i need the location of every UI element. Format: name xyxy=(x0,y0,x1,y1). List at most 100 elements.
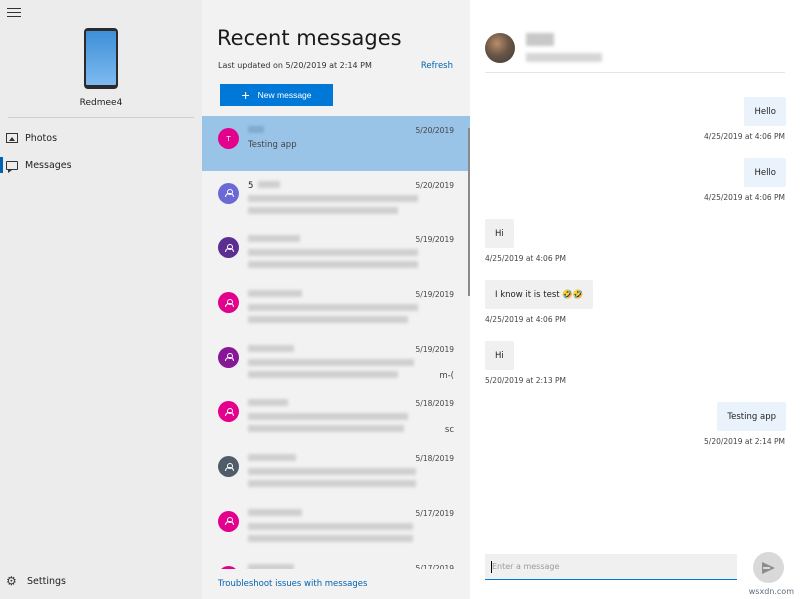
refresh-link[interactable]: Refresh xyxy=(421,61,453,71)
message-timestamp: 5/20/2019 at 2:14 PM xyxy=(704,437,785,446)
person-icon xyxy=(225,517,234,526)
person-icon xyxy=(225,243,234,252)
redacted-text xyxy=(248,468,416,476)
message-list-pane: Recent messages Last updated on 5/20/201… xyxy=(202,0,470,599)
hamburger-menu-icon[interactable] xyxy=(7,8,21,18)
message-timestamp: 4/25/2019 at 4:06 PM xyxy=(704,132,785,141)
person-icon xyxy=(225,462,234,471)
contact-avatar xyxy=(218,456,239,478)
message-timestamp: 5/20/2019 at 2:13 PM xyxy=(485,376,566,385)
person-icon xyxy=(225,298,234,307)
nav-item-messages[interactable]: Messages xyxy=(0,153,202,177)
redacted-text xyxy=(248,563,294,569)
thread-date: 5/20/2019 xyxy=(415,126,454,135)
phone-icon xyxy=(84,28,118,89)
troubleshoot-link[interactable]: Troubleshoot issues with messages xyxy=(218,579,367,589)
message-timestamp: 4/25/2019 at 4:06 PM xyxy=(704,193,785,202)
thread-name: 5 xyxy=(248,180,254,191)
thread-row[interactable]: 5 5/20/2019 xyxy=(202,171,470,226)
thread-row[interactable]: 5/19/2019 xyxy=(202,280,470,335)
page-title: Recent messages xyxy=(217,26,402,50)
redacted-text xyxy=(248,454,296,462)
thread-date: 5/19/2019 xyxy=(415,290,454,300)
redacted-text xyxy=(248,249,418,257)
thread-row[interactable]: 5/18/2019 sc xyxy=(202,389,470,444)
nav-item-label: Photos xyxy=(25,132,58,144)
contact-avatar: T xyxy=(218,128,239,149)
redacted-text xyxy=(248,206,398,214)
gear-icon: ⚙ xyxy=(6,574,17,588)
sent-message-bubble[interactable]: Testing app xyxy=(717,402,786,431)
thread-row[interactable]: 5/19/2019 m-( xyxy=(202,335,470,390)
send-icon xyxy=(762,561,775,574)
contact-avatar xyxy=(218,182,239,204)
redacted-text xyxy=(248,413,408,421)
contact-avatar xyxy=(218,346,239,368)
plus-icon: + xyxy=(241,87,250,103)
redacted-text xyxy=(248,344,294,352)
redacted-text xyxy=(248,304,418,312)
contact-number-redacted xyxy=(526,53,602,62)
thread-date: 5/18/2019 xyxy=(415,399,454,409)
thread-row[interactable]: 5/19/2019 xyxy=(202,225,470,280)
text-caret xyxy=(491,561,492,573)
person-icon xyxy=(225,407,234,416)
thread-date: 5/18/2019 xyxy=(415,454,454,464)
redacted-text xyxy=(248,126,264,133)
thread-preview: Testing app xyxy=(248,140,297,150)
nav-item-photos[interactable]: Photos xyxy=(0,126,202,150)
sent-message-bubble[interactable]: Hello xyxy=(744,97,786,126)
thread-date: 5/19/2019 xyxy=(415,344,454,354)
thread-preview-tail: sc xyxy=(444,425,454,436)
message-timestamp: 4/25/2019 at 4:06 PM xyxy=(485,254,566,263)
send-button[interactable] xyxy=(753,552,784,583)
message-timestamp: 4/25/2019 at 4:06 PM xyxy=(485,315,566,324)
nav-item-label: Settings xyxy=(27,575,66,587)
received-message-bubble[interactable]: Hi xyxy=(485,341,514,370)
messages-icon xyxy=(6,160,18,173)
thread-row[interactable]: 5/17/2019 xyxy=(202,554,470,570)
received-message-bubble[interactable]: Hi xyxy=(485,219,514,248)
contact-avatar xyxy=(218,292,239,314)
thread-list: T 5/20/2019 Testing app 5 5/20/2019 5/19/2019… xyxy=(202,116,470,569)
redacted-text xyxy=(248,316,408,324)
thread-row[interactable]: T 5/20/2019 Testing app xyxy=(202,116,470,171)
nav-divider xyxy=(8,117,194,118)
redacted-text xyxy=(248,534,413,542)
contact-avatar xyxy=(485,33,515,63)
thread-preview-tail: m-( xyxy=(439,370,454,381)
watermark: wsxdn.com xyxy=(748,587,794,596)
redacted-text xyxy=(248,370,398,378)
redacted-text xyxy=(248,522,413,530)
device-name: Redmee4 xyxy=(79,98,123,108)
contact-avatar xyxy=(218,510,239,532)
nav-item-label: Messages xyxy=(25,159,72,171)
redacted-text xyxy=(248,425,404,433)
contact-name-redacted xyxy=(526,33,554,46)
thread-date: 5/17/2019 xyxy=(415,563,454,570)
last-updated-text: Last updated on 5/20/2019 at 2:14 PM xyxy=(218,61,372,70)
conversation-divider xyxy=(485,72,785,73)
nav-item-settings[interactable]: ⚙ Settings xyxy=(0,569,202,593)
thread-row[interactable]: 5/18/2019 xyxy=(202,444,470,499)
new-message-button[interactable]: + New message xyxy=(220,84,333,106)
thread-date: 5/20/2019 xyxy=(415,180,454,190)
redacted-text xyxy=(248,399,288,407)
left-navigation: Redmee4 Photos Messages ⚙ Settings xyxy=(0,0,202,599)
contact-avatar xyxy=(218,401,239,423)
thread-row[interactable]: 5/17/2019 xyxy=(202,499,470,554)
redacted-text xyxy=(248,480,416,488)
thread-date: 5/17/2019 xyxy=(415,508,454,518)
message-input[interactable] xyxy=(485,554,737,580)
received-message-bubble[interactable]: I know it is test 🤣🤣 xyxy=(485,280,594,309)
person-icon xyxy=(225,189,234,198)
redacted-text xyxy=(248,235,300,243)
sent-message-bubble[interactable]: Hello xyxy=(744,158,786,187)
redacted-text xyxy=(248,261,418,269)
redacted-text xyxy=(258,180,280,188)
contact-avatar xyxy=(218,565,239,569)
redacted-text xyxy=(248,508,302,516)
conversation-pane: Hello 4/25/2019 at 4:06 PM Hello 4/25/2019 … xyxy=(470,0,800,599)
redacted-text xyxy=(248,290,302,298)
photos-icon xyxy=(6,133,18,143)
